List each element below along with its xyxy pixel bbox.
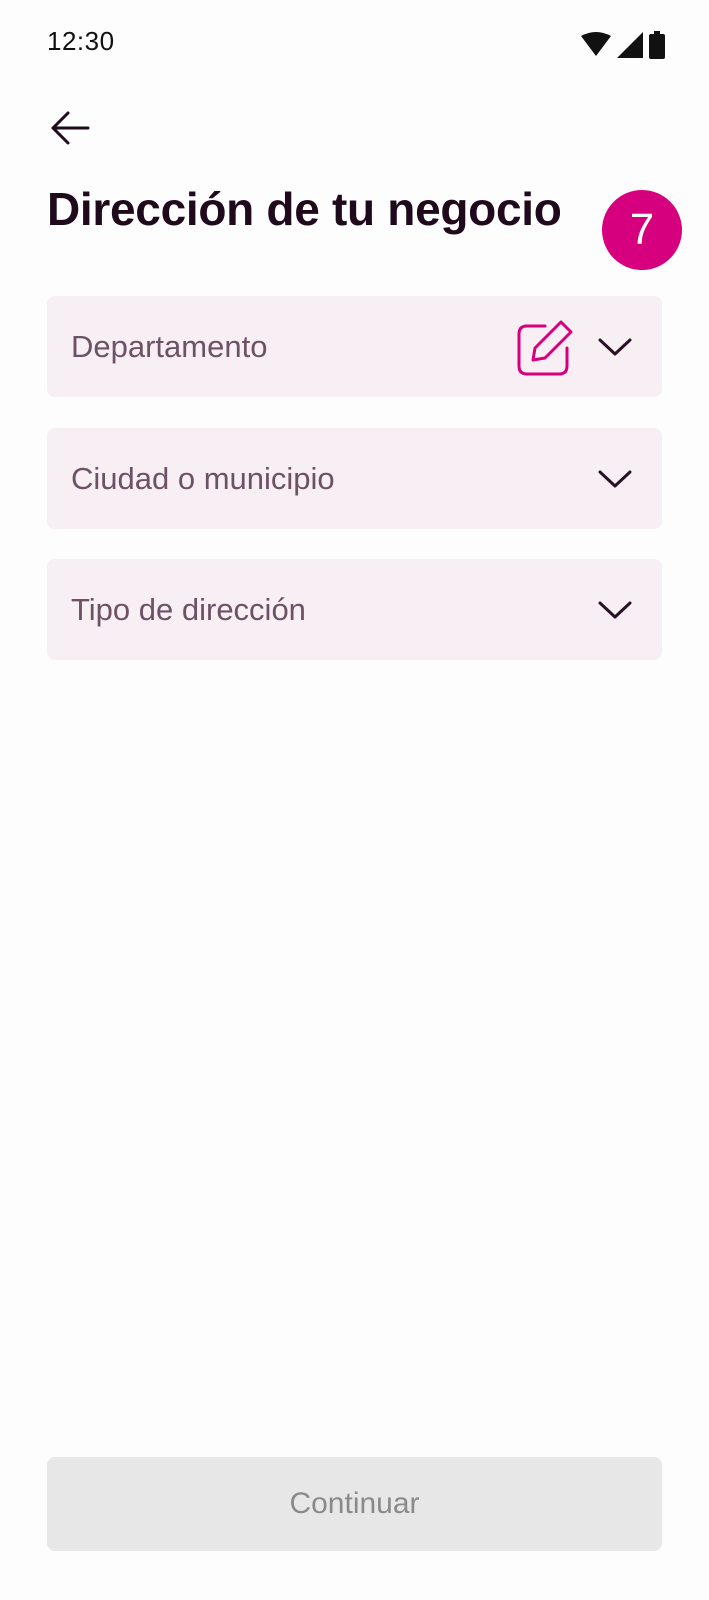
- continue-button[interactable]: Continuar: [47, 1457, 662, 1551]
- city-label: Ciudad o municipio: [71, 460, 335, 496]
- chevron-down-icon: [598, 470, 632, 487]
- department-select[interactable]: Departamento: [47, 296, 662, 397]
- page-title: Dirección de tu negocio: [47, 183, 562, 235]
- battery-icon: [649, 31, 665, 59]
- status-time: 12:30: [47, 26, 115, 56]
- wifi-icon: [581, 32, 611, 56]
- status-icons: [581, 30, 665, 60]
- edit-icon[interactable]: [515, 320, 573, 378]
- address-type-select[interactable]: Tipo de dirección: [47, 559, 662, 660]
- step-badge: 7: [602, 190, 682, 270]
- city-select[interactable]: Ciudad o municipio: [47, 428, 662, 529]
- chevron-down-icon: [598, 601, 632, 618]
- status-bar: 12:30: [0, 0, 709, 80]
- arrow-left-icon: [51, 111, 90, 145]
- chevron-down-icon: [598, 338, 632, 355]
- address-type-label: Tipo de dirección: [71, 591, 306, 627]
- department-label: Departamento: [71, 328, 268, 364]
- signal-icon: [617, 32, 643, 58]
- back-button[interactable]: [42, 100, 98, 156]
